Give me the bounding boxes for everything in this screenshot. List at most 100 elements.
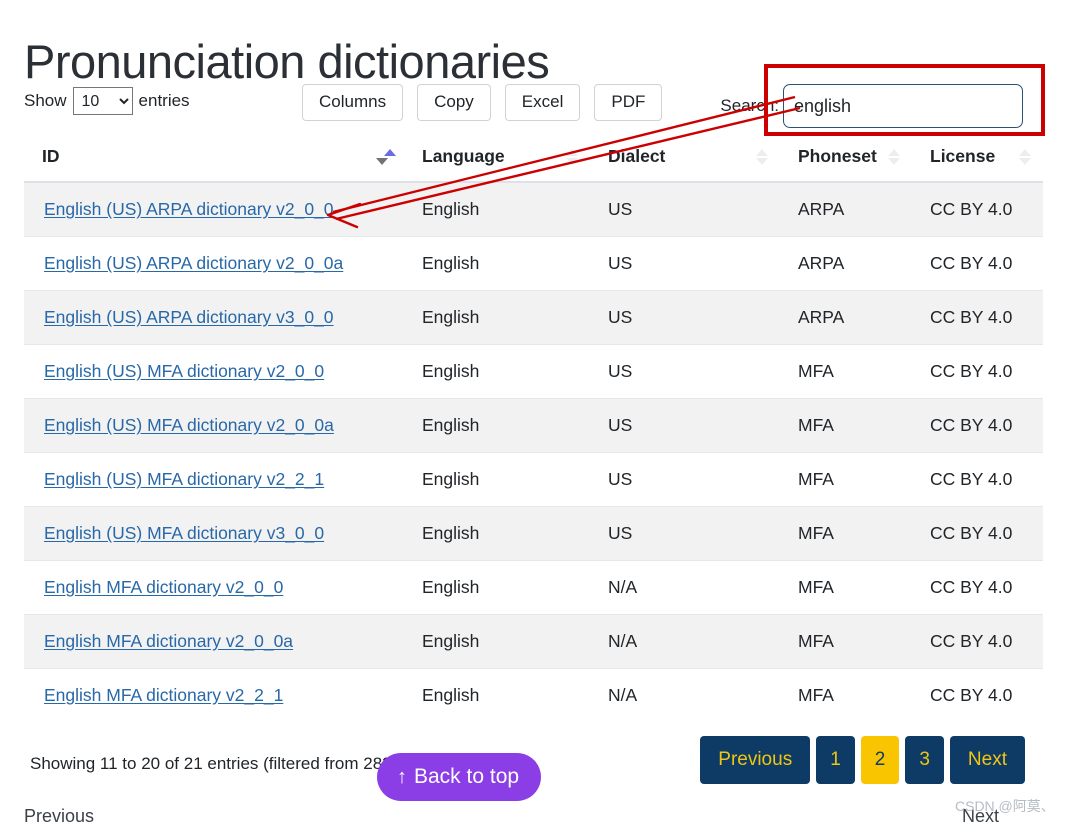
cell-license: CC BY 4.0 [912, 669, 1043, 723]
copy-button[interactable]: Copy [417, 84, 491, 121]
cell-license-text: CC BY 4.0 [930, 307, 1012, 327]
dictionary-link[interactable]: English (US) ARPA dictionary v2_0_0a [44, 253, 343, 273]
cell-phoneset: MFA [780, 507, 912, 561]
cell-language: English [404, 669, 590, 723]
dictionary-link[interactable]: English (US) MFA dictionary v2_0_0 [44, 361, 324, 381]
back-to-top-label: Back to top [414, 765, 519, 788]
cell-phoneset: MFA [780, 615, 912, 669]
column-header-phoneset-label: Phoneset [798, 146, 877, 167]
sort-icon[interactable] [888, 148, 904, 166]
column-header-language[interactable]: Language [404, 134, 590, 182]
cell-id: English (US) MFA dictionary v2_0_0a [24, 399, 404, 453]
cell-license-text: CC BY 4.0 [930, 415, 1012, 435]
dictionary-link[interactable]: English MFA dictionary v2_0_0 [44, 577, 283, 597]
cell-license-text: CC BY 4.0 [930, 631, 1012, 651]
cell-license-text: CC BY 4.0 [930, 361, 1012, 381]
table-row: English (US) ARPA dictionary v2_0_0 Engli… [24, 182, 1043, 237]
cell-dialect-text: US [608, 523, 632, 543]
table-row: English (US) MFA dictionary v3_0_0 Englis… [24, 507, 1043, 561]
column-header-phoneset[interactable]: Phoneset [780, 134, 912, 182]
cell-id: English (US) MFA dictionary v3_0_0 [24, 507, 404, 561]
cell-dialect: US [590, 237, 780, 291]
cell-language-text: English [422, 577, 479, 597]
dictionary-link[interactable]: English (US) MFA dictionary v3_0_0 [44, 523, 324, 543]
cell-phoneset-text: MFA [798, 577, 834, 597]
table-body: English (US) ARPA dictionary v2_0_0 Engli… [24, 182, 1043, 722]
search-input[interactable] [783, 84, 1023, 128]
cell-language-text: English [422, 469, 479, 489]
column-header-dialect-label: Dialect [608, 146, 665, 167]
table-head: ID Language Dialect [24, 134, 1043, 182]
sort-icon[interactable] [1019, 148, 1035, 166]
cell-id: English MFA dictionary v2_2_1 [24, 669, 404, 723]
cell-phoneset-text: ARPA [798, 253, 844, 273]
column-header-id[interactable]: ID [24, 134, 404, 182]
pagination-next-button[interactable]: Next [950, 736, 1025, 784]
cell-language-text: English [422, 685, 479, 705]
cell-phoneset: ARPA [780, 291, 912, 345]
dictionary-link[interactable]: English (US) MFA dictionary v2_0_0a [44, 415, 334, 435]
dictionary-link[interactable]: English (US) MFA dictionary v2_2_1 [44, 469, 324, 489]
pdf-button[interactable]: PDF [594, 84, 662, 121]
cell-dialect: N/A [590, 561, 780, 615]
table-row: English (US) ARPA dictionary v2_0_0a Engl… [24, 237, 1043, 291]
cell-id: English (US) MFA dictionary v2_2_1 [24, 453, 404, 507]
pagination-page-3-button[interactable]: 3 [905, 736, 944, 784]
cell-license-text: CC BY 4.0 [930, 577, 1012, 597]
cell-dialect: N/A [590, 615, 780, 669]
cell-phoneset-text: ARPA [798, 199, 844, 219]
sort-ascending-icon[interactable] [380, 148, 396, 166]
back-to-top-button[interactable]: ↑ Back to top [377, 753, 541, 801]
cell-id: English MFA dictionary v2_0_0 [24, 561, 404, 615]
cell-id: English (US) ARPA dictionary v3_0_0 [24, 291, 404, 345]
dictionary-link[interactable]: English (US) ARPA dictionary v3_0_0 [44, 307, 334, 327]
cell-dialect-text: N/A [608, 685, 637, 705]
sort-icon[interactable] [756, 148, 772, 166]
cell-phoneset-text: MFA [798, 631, 834, 651]
cell-language-text: English [422, 523, 479, 543]
cell-phoneset-text: MFA [798, 469, 834, 489]
page-root: Pronunciation dictionaries Show 10 25 50… [0, 0, 1067, 822]
cell-license: CC BY 4.0 [912, 507, 1043, 561]
cell-language: English [404, 345, 590, 399]
cell-language-text: English [422, 199, 479, 219]
column-header-license-label: License [930, 146, 995, 167]
pagination-page-2-button[interactable]: 2 [861, 736, 900, 784]
page-length-label-pre: Show [24, 91, 67, 111]
cell-dialect-text: US [608, 253, 632, 273]
cell-dialect: N/A [590, 669, 780, 723]
column-header-dialect[interactable]: Dialect [590, 134, 780, 182]
sort-icon[interactable] [566, 148, 582, 166]
table-controls: Show 10 25 50 100 entries Columns Copy E… [24, 84, 1043, 126]
cell-language: English [404, 399, 590, 453]
cell-id: English (US) MFA dictionary v2_0_0 [24, 345, 404, 399]
cell-dialect-text: US [608, 361, 632, 381]
excel-button[interactable]: Excel [505, 84, 581, 121]
cell-dialect-text: US [608, 469, 632, 489]
pagination-page-1-button[interactable]: 1 [816, 736, 855, 784]
page-length-select[interactable]: 10 25 50 100 [73, 87, 133, 115]
cell-language: English [404, 237, 590, 291]
cell-phoneset: MFA [780, 669, 912, 723]
columns-button[interactable]: Columns [302, 84, 403, 121]
dictionary-link[interactable]: English MFA dictionary v2_0_0a [44, 631, 293, 651]
cell-phoneset: MFA [780, 453, 912, 507]
dictionary-link[interactable]: English (US) ARPA dictionary v2_0_0 [44, 199, 334, 219]
pagination-previous-button[interactable]: Previous [700, 736, 810, 784]
bottom-nav-previous[interactable]: Previous [24, 806, 94, 827]
table-row: English (US) MFA dictionary v2_0_0a Engli… [24, 399, 1043, 453]
cell-license-text: CC BY 4.0 [930, 523, 1012, 543]
cell-dialect-text: N/A [608, 631, 637, 651]
cell-language: English [404, 182, 590, 237]
page-length-label-post: entries [139, 91, 190, 111]
cell-license-text: CC BY 4.0 [930, 685, 1012, 705]
cell-phoneset: MFA [780, 399, 912, 453]
page-length-control: Show 10 25 50 100 entries [24, 87, 190, 115]
dictionary-link[interactable]: English MFA dictionary v2_2_1 [44, 685, 283, 705]
column-header-language-label: Language [422, 146, 505, 167]
column-header-license[interactable]: License [912, 134, 1043, 182]
cell-license-text: CC BY 4.0 [930, 469, 1012, 489]
cell-language: English [404, 453, 590, 507]
cell-license: CC BY 4.0 [912, 182, 1043, 237]
table-row: English (US) MFA dictionary v2_2_1 Englis… [24, 453, 1043, 507]
